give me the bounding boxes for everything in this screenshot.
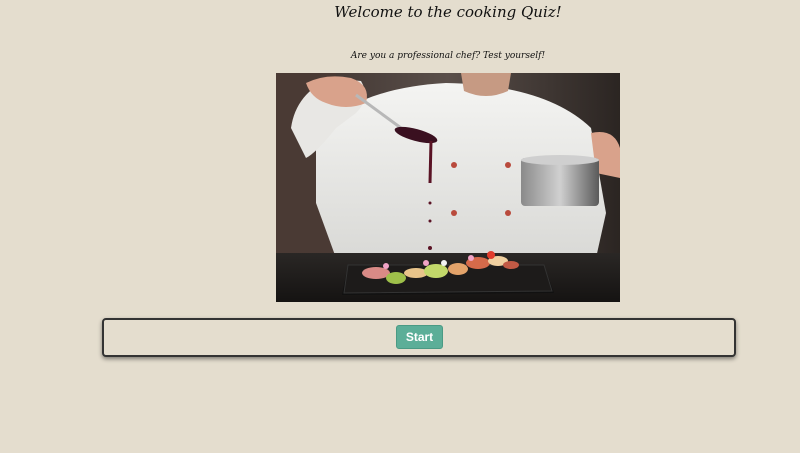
start-panel: Start [102, 318, 736, 357]
start-button[interactable]: Start [396, 325, 443, 349]
hero-image [276, 73, 620, 302]
page-subtitle: Are you a professional chef? Test yourse… [350, 51, 546, 61]
page-title: Welcome to the cooking Quiz! [334, 3, 562, 21]
chef-plating-photo [276, 73, 620, 302]
